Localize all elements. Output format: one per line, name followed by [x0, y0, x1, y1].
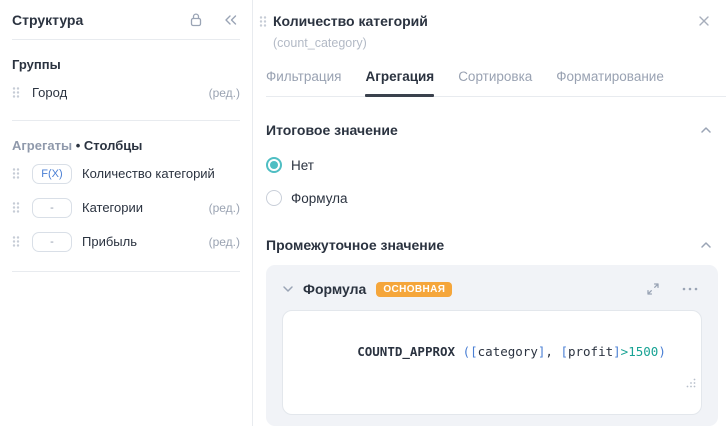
edit-link[interactable]: (ред.)	[209, 201, 240, 215]
settings-tabs: Фильтрация Агрегация Сортировка Форматир…	[266, 69, 726, 97]
tab-formatting[interactable]: Форматирование	[556, 69, 664, 96]
formula-card: Формула ОСНОВНАЯ	[266, 265, 718, 426]
field-id: (count_category)	[273, 36, 726, 50]
edit-link[interactable]: (ред.)	[209, 235, 240, 249]
field-settings-panel: Количество категорий (count_category) Фи…	[252, 0, 726, 426]
drag-handle-icon[interactable]	[12, 167, 20, 180]
group-item-label: Город	[32, 85, 201, 100]
code-token: (	[463, 344, 471, 359]
tab-filtering[interactable]: Фильтрация	[266, 69, 341, 96]
code-token: profit	[568, 344, 613, 359]
tab-aggregation[interactable]: Агрегация	[365, 69, 434, 96]
radio-option-none[interactable]: Нет	[266, 155, 726, 175]
radio-label: Формула	[291, 191, 348, 206]
more-options-icon[interactable]	[682, 287, 698, 291]
code-token: [	[560, 344, 568, 359]
drag-handle-icon[interactable]	[259, 15, 267, 33]
aggregate-item-profit[interactable]: - Прибыль (ред.)	[12, 225, 240, 258]
formula-card-header: Формула ОСНОВНАЯ	[282, 274, 702, 304]
divider	[12, 39, 240, 40]
aggregate-item-categories[interactable]: - Категории (ред.)	[12, 191, 240, 224]
primary-badge: ОСНОВНАЯ	[376, 282, 452, 297]
code-token: )	[658, 344, 666, 359]
radio-label: Нет	[291, 158, 314, 173]
tab-sorting[interactable]: Сортировка	[458, 69, 532, 96]
aggregates-heading-part2: Столбцы	[84, 138, 142, 153]
aggregation-type-badge[interactable]: -	[32, 198, 72, 218]
radio-option-formula[interactable]: Формула	[266, 188, 726, 208]
chevron-down-icon[interactable]	[282, 285, 294, 293]
drag-handle-icon[interactable]	[12, 235, 20, 248]
code-token: ]	[613, 344, 621, 359]
intermediate-value-heading: Промежуточное значение	[266, 237, 444, 253]
field-title: Количество категорий	[273, 13, 428, 29]
chevron-up-icon[interactable]	[700, 241, 712, 249]
divider	[12, 120, 240, 121]
collapse-panel-icon[interactable]	[223, 14, 238, 26]
expand-icon[interactable]	[646, 282, 660, 296]
radio-unselected-icon[interactable]	[266, 190, 282, 206]
aggregates-heading-sep: •	[76, 138, 81, 153]
formula-code-editor[interactable]: COUNTD_APPROX ([category], [profit]>1500…	[282, 310, 702, 415]
code-token: ,	[545, 344, 560, 359]
resize-grip-icon[interactable]	[611, 358, 696, 411]
code-token: COUNTD_APPROX	[357, 344, 462, 359]
aggregate-item-count-category[interactable]: F(X) Количество категорий	[12, 157, 240, 190]
total-value-options: Нет Формула	[266, 155, 726, 208]
structure-panel-header: Структура	[12, 0, 240, 39]
aggregates-heading: Агрегаты • Столбцы	[12, 138, 240, 153]
close-icon[interactable]	[698, 14, 710, 32]
aggregates-heading-part1: Агрегаты	[12, 138, 72, 153]
chevron-up-icon[interactable]	[700, 126, 712, 134]
field-settings-header: Количество категорий (count_category)	[266, 0, 726, 50]
structure-panel: Структура Группы	[0, 0, 252, 426]
radio-selected-icon[interactable]	[266, 157, 282, 173]
drag-handle-icon[interactable]	[12, 86, 20, 99]
structure-panel-title: Структура	[12, 12, 189, 28]
groups-heading: Группы	[12, 57, 240, 72]
formula-title: Формула	[303, 281, 366, 297]
aggregate-item-label: Количество категорий	[82, 166, 232, 181]
total-value-heading: Итоговое значение	[266, 122, 398, 138]
code-token: category	[478, 344, 538, 359]
lock-icon[interactable]	[189, 12, 203, 27]
field-settings-screen: Структура Группы	[0, 0, 726, 426]
code-token: [	[470, 344, 478, 359]
drag-handle-icon[interactable]	[12, 201, 20, 214]
aggregate-item-label: Прибыль	[82, 234, 201, 249]
aggregation-type-badge[interactable]: -	[32, 232, 72, 252]
aggregate-item-label: Категории	[82, 200, 201, 215]
edit-link[interactable]: (ред.)	[209, 86, 240, 100]
code-token: 1500	[628, 344, 658, 359]
divider	[12, 271, 240, 272]
group-item-city[interactable]: Город (ред.)	[12, 76, 240, 109]
aggregation-type-badge[interactable]: F(X)	[32, 164, 72, 184]
